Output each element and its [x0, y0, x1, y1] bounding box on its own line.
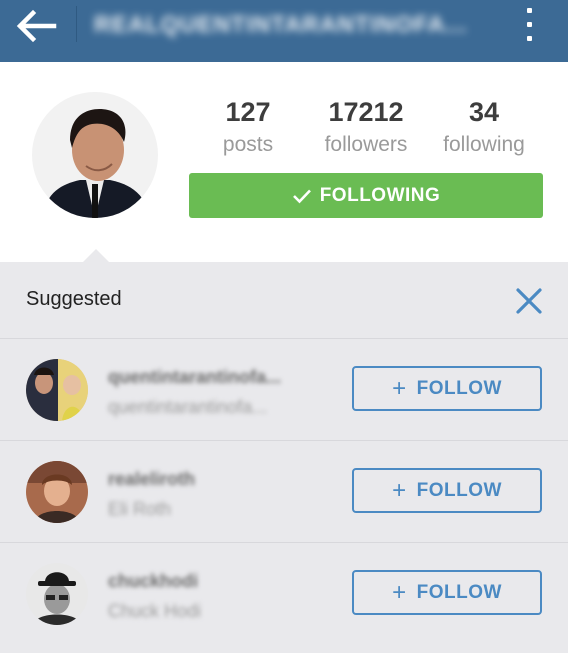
suggested-fullname: quentintarantinofa... [108, 397, 268, 417]
follow-button[interactable]: + FOLLOW [352, 366, 542, 411]
panel-pointer [83, 249, 109, 262]
user-avatar[interactable] [26, 461, 88, 523]
profile-avatar[interactable] [32, 92, 158, 218]
close-suggested-button[interactable] [514, 286, 544, 316]
suggested-panel: Suggested quentintarantinofa... quentint… [0, 249, 568, 653]
user-avatar[interactable] [26, 563, 88, 625]
close-icon [516, 288, 542, 314]
suggested-user-row[interactable]: realeliroth Eli Roth + FOLLOW [0, 440, 568, 541]
suggested-username[interactable]: quentintarantinofa... [108, 367, 281, 388]
topbar-divider [76, 6, 77, 42]
suggested-user-row[interactable]: chuckhodi Chuck Hodi + FOLLOW [0, 542, 568, 643]
checkmark-icon [292, 189, 311, 203]
suggested-header: Suggested [0, 262, 568, 338]
suggested-fullname: Eli Roth [108, 499, 172, 519]
follow-button[interactable]: + FOLLOW [352, 570, 542, 615]
arrow-left-icon [16, 9, 57, 43]
suggested-username[interactable]: chuckhodi [108, 571, 198, 592]
suggested-title: Suggested [26, 288, 122, 310]
suggested-fullname: Chuck Hodi [108, 601, 202, 621]
follow-button[interactable]: + FOLLOW [352, 468, 542, 513]
following-button-label: FOLLOWING [319, 184, 441, 206]
stat-following[interactable]: 34 following [436, 96, 532, 160]
posts-count: 127 [225, 97, 271, 127]
stat-followers[interactable]: 17212 followers [316, 96, 416, 160]
suggested-user-row[interactable]: quentintarantinofa... quentintarantinofa… [0, 338, 568, 439]
following-button[interactable]: FOLLOWING [189, 173, 543, 218]
follow-button-label: FOLLOW [416, 479, 502, 501]
stat-posts[interactable]: 127 posts [213, 96, 283, 160]
overflow-menu-button[interactable] [518, 6, 540, 44]
top-app-bar: REALQUENTINTARANTINOFA... [0, 0, 568, 62]
plus-icon: + [392, 578, 407, 606]
profile-username-title: REALQUENTINTARANTINOFA... [94, 11, 468, 37]
followers-label: followers [324, 133, 408, 156]
followers-count: 17212 [328, 97, 404, 127]
follow-button-label: FOLLOW [416, 377, 502, 399]
following-count: 34 [468, 97, 500, 127]
user-avatar[interactable] [26, 359, 88, 421]
following-label: following [443, 133, 525, 156]
posts-label: posts [222, 133, 274, 156]
follow-button-label: FOLLOW [416, 581, 502, 603]
suggested-username[interactable]: realeliroth [108, 469, 195, 490]
profile-header: 127 posts 17212 followers 34 following F… [0, 62, 568, 262]
plus-icon: + [392, 374, 407, 402]
back-button[interactable] [14, 9, 58, 43]
plus-icon: + [392, 476, 407, 504]
